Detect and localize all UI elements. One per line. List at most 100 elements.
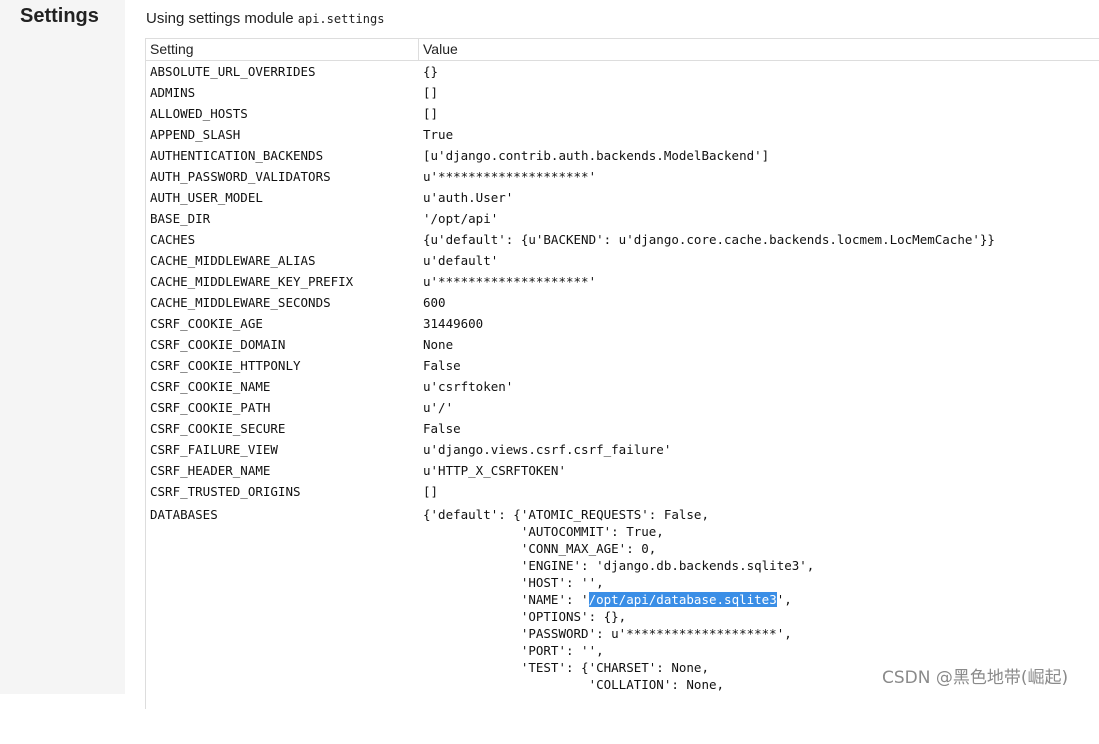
setting-value[interactable]: 600 — [423, 295, 446, 310]
table-row: AUTH_USER_MODEL u'auth.User' — [146, 187, 1099, 208]
setting-value[interactable]: u'django.views.csrf.csrf_failure' — [423, 442, 671, 457]
table-row: CSRF_COOKIE_AGE 31449600 — [146, 313, 1099, 334]
setting-value[interactable]: u'HTTP_X_CSRFTOKEN' — [423, 463, 566, 478]
table-row: CSRF_TRUSTED_ORIGINS [] — [146, 481, 1099, 502]
databases-line-text: 'CONN_MAX_AGE': 0, — [423, 541, 657, 556]
setting-value[interactable]: [] — [423, 106, 438, 121]
column-header-value[interactable]: Value — [423, 41, 458, 57]
setting-key: CACHE_MIDDLEWARE_ALIAS — [150, 253, 316, 268]
table-row: CACHES {u'default': {u'BACKEND': u'django… — [146, 229, 1099, 250]
setting-value[interactable]: u'/' — [423, 400, 453, 415]
setting-value[interactable]: {u'default': {u'BACKEND': u'django.core.… — [423, 232, 995, 247]
setting-key: CSRF_COOKIE_DOMAIN — [150, 337, 286, 352]
setting-key: CACHE_MIDDLEWARE_SECONDS — [150, 295, 331, 310]
databases-line-text: {'default': {'ATOMIC_REQUESTS': False, — [423, 507, 709, 522]
databases-line-text: 'TEST': {'CHARSET': None, — [423, 660, 709, 675]
table-row: CACHE_MIDDLEWARE_KEY_PREFIX u'***********… — [146, 271, 1099, 292]
databases-line: 'PORT': '', — [423, 643, 604, 658]
setting-value[interactable]: None — [423, 337, 453, 352]
table-row: ABSOLUTE_URL_OVERRIDES {} — [146, 61, 1099, 82]
setting-key: AUTH_PASSWORD_VALIDATORS — [150, 169, 331, 184]
setting-value[interactable]: u'auth.User' — [423, 190, 513, 205]
page-heading: Using settings module api.settings — [146, 10, 384, 27]
setting-value[interactable]: u'default' — [423, 253, 498, 268]
databases-line: {'default': {'ATOMIC_REQUESTS': False, — [423, 507, 709, 522]
databases-row: DATABASES {'default': {'ATOMIC_REQUESTS'… — [146, 504, 1099, 744]
databases-line: 'NAME': '/opt/api/database.sqlite3', — [423, 592, 792, 607]
setting-value[interactable]: False — [423, 421, 461, 436]
setting-key: CSRF_COOKIE_HTTPONLY — [150, 358, 301, 373]
table-row: CSRF_COOKIE_DOMAIN None — [146, 334, 1099, 355]
setting-key: ADMINS — [150, 85, 196, 100]
column-divider — [418, 39, 419, 60]
databases-line: 'COLLATION': None, — [423, 677, 724, 692]
setting-key: CSRF_COOKIE_SECURE — [150, 421, 286, 436]
setting-value[interactable]: u'********************' — [423, 169, 596, 184]
table-row: CSRF_COOKIE_NAME u'csrftoken' — [146, 376, 1099, 397]
databases-line: 'AUTOCOMMIT': True, — [423, 524, 664, 539]
setting-value[interactable]: u'********************' — [423, 274, 596, 289]
setting-key: ALLOWED_HOSTS — [150, 106, 248, 121]
watermark: CSDN @黑色地带(崛起) — [882, 668, 1069, 688]
setting-key: ABSOLUTE_URL_OVERRIDES — [150, 64, 316, 79]
table-row: AUTHENTICATION_BACKENDS [u'django.contrib… — [146, 145, 1099, 166]
table-body: ABSOLUTE_URL_OVERRIDES{} ADMINS[] ALLOWED_… — [146, 61, 1099, 502]
settings-table: Setting Value ABSOLUTE_URL_OVERRIDES {} AD… — [145, 38, 1099, 709]
setting-key: BASE_DIR — [150, 211, 211, 226]
databases-line-text: 'COLLATION': None, — [423, 677, 725, 692]
setting-value[interactable]: [u'django.contrib.auth.backends.ModelBac… — [423, 148, 769, 163]
setting-value[interactable]: 31449600 — [423, 316, 483, 331]
table-row: BASE_DIR '/opt/api' — [146, 208, 1099, 229]
table-row: CSRF_COOKIE_HTTPONLY False — [146, 355, 1099, 376]
table-row: AUTH_PASSWORD_VALIDATORS u'**************… — [146, 166, 1099, 187]
setting-value[interactable]: {} — [423, 64, 438, 79]
table-row: CSRF_HEADER_NAME u'HTTP_X_CSRFTOKEN' — [146, 460, 1099, 481]
databases-line-text: 'PASSWORD': u'********************', — [423, 626, 792, 641]
table-row: CSRF_COOKIE_SECURE False — [146, 418, 1099, 439]
setting-value[interactable]: [] — [423, 484, 438, 499]
setting-value[interactable]: False — [423, 358, 461, 373]
setting-key: CSRF_TRUSTED_ORIGINS — [150, 484, 301, 499]
setting-value[interactable]: '/opt/api' — [423, 211, 498, 226]
setting-key: CSRF_HEADER_NAME — [150, 463, 271, 478]
databases-line: 'ENGINE': 'django.db.backends.sqlite3', — [423, 558, 815, 573]
databases-line-text: 'ENGINE': 'django.db.backends.sqlite3', — [423, 558, 815, 573]
table-row: CSRF_FAILURE_VIEW u'django.views.csrf.csr… — [146, 439, 1099, 460]
databases-line-text: 'AUTOCOMMIT': True, — [423, 524, 664, 539]
setting-value[interactable]: True — [423, 127, 453, 142]
databases-line: 'CONN_MAX_AGE': 0, — [423, 541, 656, 556]
setting-key: AUTHENTICATION_BACKENDS — [150, 148, 324, 163]
setting-key: APPEND_SLASH — [150, 127, 241, 142]
databases-line-tail: ', — [776, 592, 792, 607]
table-row: ALLOWED_HOSTS [] — [146, 103, 1099, 124]
setting-key: CSRF_COOKIE_PATH — [150, 400, 271, 415]
databases-line: 'PASSWORD': u'********************', — [423, 626, 792, 641]
setting-key: CSRF_COOKIE_NAME — [150, 379, 271, 394]
settings-module-name: api.settings — [297, 12, 385, 26]
setting-key: CACHES — [150, 232, 196, 247]
table-header: Setting Value — [146, 39, 1099, 61]
table-row: CACHE_MIDDLEWARE_ALIAS u'default' — [146, 250, 1099, 271]
sidebar-title: Settings — [20, 5, 99, 27]
heading-text: Using settings module — [146, 10, 294, 27]
setting-key: CSRF_COOKIE_AGE — [150, 316, 263, 331]
setting-key: AUTH_USER_MODEL — [150, 190, 263, 205]
databases-line: 'TEST': {'CHARSET': None, — [423, 660, 709, 675]
setting-value[interactable]: u'csrftoken' — [423, 379, 513, 394]
setting-value[interactable]: [] — [423, 85, 438, 100]
setting-key: CACHE_MIDDLEWARE_KEY_PREFIX — [150, 274, 354, 289]
databases-line: 'OPTIONS': {}, — [423, 609, 626, 624]
setting-key: DATABASES — [150, 507, 218, 522]
column-header-setting[interactable]: Setting — [150, 41, 194, 57]
databases-line-text: 'PORT': '', — [423, 643, 604, 658]
sidebar: Settings — [0, 0, 125, 694]
selected-text[interactable]: /opt/api/database.sqlite3 — [588, 592, 777, 607]
table-row: CACHE_MIDDLEWARE_SECONDS 600 — [146, 292, 1099, 313]
table-row: APPEND_SLASH True — [146, 124, 1099, 145]
databases-line-text: 'OPTIONS': {}, — [423, 609, 627, 624]
table-row: CSRF_COOKIE_PATH u'/' — [146, 397, 1099, 418]
databases-line-text: 'NAME': ' — [423, 592, 589, 607]
databases-line: 'HOST': '', — [423, 575, 604, 590]
databases-line-text: 'HOST': '', — [423, 575, 604, 590]
setting-key: CSRF_FAILURE_VIEW — [150, 442, 278, 457]
